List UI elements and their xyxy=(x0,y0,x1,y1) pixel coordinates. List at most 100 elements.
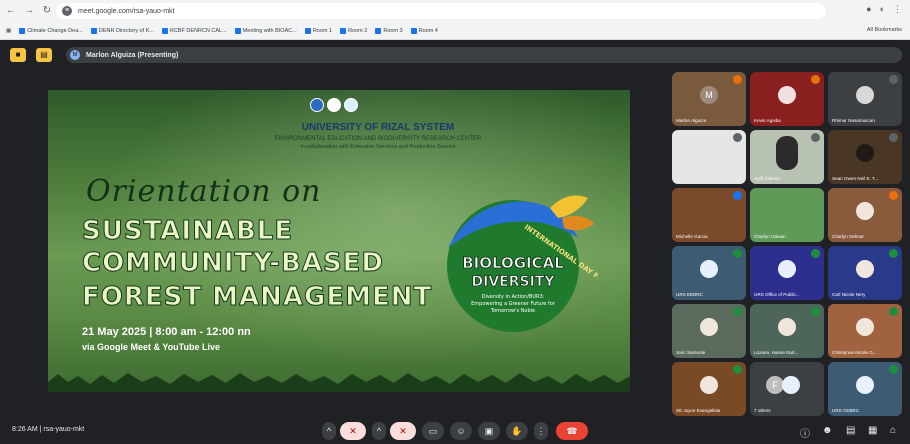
info-icon[interactable]: ⓘ xyxy=(800,425,810,440)
badge-leaf-icon xyxy=(562,216,594,231)
camera-off-icon[interactable]: ✕ xyxy=(390,422,416,440)
title-line-3: FOREST MANAGEMENT xyxy=(81,282,433,313)
apps-icon[interactable]: ▦ xyxy=(6,28,11,34)
bookmark-favicon-icon xyxy=(234,27,241,34)
meet-controls-bar: 8:26 AM | rsa-yauo-mkt ^ ✕ ^ ✕ ▭ ☺ ▣ ✋ ⋮… xyxy=(0,418,910,444)
bookmark-favicon-icon xyxy=(90,27,97,34)
bookmark-item[interactable]: Meeting with BIOAC... xyxy=(234,27,297,34)
participant-tile[interactable]: M Marlon Alguiza xyxy=(672,72,746,126)
address-bar[interactable]: ≡ meet.google.com/rsa-yauo-mkt xyxy=(56,3,826,19)
back-icon[interactable]: ← xyxy=(4,4,18,18)
captions-icon[interactable]: ▭ xyxy=(422,422,444,440)
tree-silhouette-icon xyxy=(48,373,630,392)
camera-options-icon[interactable]: ^ xyxy=(372,422,386,440)
participant-tile[interactable]: URS Office of Public... xyxy=(750,246,824,300)
event-platform: via Google Meet & YouTube Live xyxy=(82,342,221,352)
collaboration-text: in collaboration with Extension Services… xyxy=(300,144,456,150)
participant-name: Marlon Alguiza xyxy=(676,118,707,123)
participant-tile[interactable]: Rhimar Nasamuscan xyxy=(828,72,902,126)
present-icon[interactable]: ▣ xyxy=(478,422,500,440)
avatar xyxy=(700,260,718,278)
participant-name: Rhimar Nasamuscan xyxy=(832,118,875,123)
bookmark-favicon-icon xyxy=(410,27,417,34)
mic-options-icon[interactable]: ^ xyxy=(322,422,336,440)
participant-tile[interactable]: Carl Nicole Nery xyxy=(828,246,902,300)
others-tile[interactable]: F 7 others xyxy=(750,362,824,416)
center-name: ENVIRONMENTAL EDUCATION AND BIODIVERSITY… xyxy=(274,136,482,142)
participant-tile[interactable]: SE Joyce Evangelista xyxy=(672,362,746,416)
event-date: 21 May 2025 | 8:00 am - 12:00 nn xyxy=(82,326,251,338)
meet-top-bar: ■ ▤ M Marlon Alguiza (Presenting) xyxy=(0,40,910,68)
participant-status-icon xyxy=(811,75,820,84)
avatar: M xyxy=(700,86,718,104)
people-icon[interactable]: ☻ xyxy=(822,425,833,436)
participant-tile[interactable]: Jeric Samonte xyxy=(672,304,746,358)
center-logo-icon xyxy=(344,98,358,112)
avatar xyxy=(856,202,874,220)
site-info-icon[interactable]: ≡ xyxy=(62,6,72,16)
activities-icon[interactable]: ▤ xyxy=(36,48,52,62)
participant-name: Sean Owen Neil E. T... xyxy=(832,176,879,181)
participant-name: Charlyn Galvan xyxy=(754,234,786,239)
participant-name: Kevin Aguiba xyxy=(754,118,781,123)
avatar xyxy=(778,86,796,104)
participant-tile[interactable] xyxy=(672,130,746,184)
participant-status-icon xyxy=(889,307,898,316)
avatar xyxy=(778,260,796,278)
participant-tile[interactable]: Charlyn Galvan xyxy=(750,188,824,242)
participant-tile[interactable]: April Colloso xyxy=(750,130,824,184)
menu-icon[interactable]: ⋮ xyxy=(893,4,902,15)
presenting-label: Marlon Alguiza (Presenting) xyxy=(86,51,179,59)
participant-name: Lozano, Harvie Earl... xyxy=(754,350,799,355)
record-icon[interactable]: ● xyxy=(866,4,871,15)
participant-tile[interactable]: Michelle Garcia xyxy=(672,188,746,242)
participant-name: URS Office of Public... xyxy=(754,292,800,297)
bookmark-item[interactable]: Room 1 xyxy=(304,27,332,34)
meeting-code: rsa-yauo-mkt xyxy=(43,426,85,433)
participant-tile[interactable]: URS CEBRC xyxy=(828,362,902,416)
emoji-icon[interactable]: ☺ xyxy=(450,422,472,440)
activities-grid-icon[interactable]: ▦ xyxy=(868,425,877,436)
participant-tile[interactable]: Sean Owen Neil E. T... xyxy=(828,130,902,184)
bookmark-item[interactable]: Climate Change Dea... xyxy=(19,27,83,34)
bookmark-item[interactable]: Room 4 xyxy=(410,27,438,34)
participant-tile[interactable]: URS EEBRC xyxy=(672,246,746,300)
urlbar-row: ← → ↻ ≡ meet.google.com/rsa-yauo-mkt ● ◐… xyxy=(0,0,910,22)
participant-status-icon xyxy=(889,133,898,142)
participant-grid: M Marlon Alguiza Kevin Aguiba Rhimar Nas… xyxy=(668,72,908,416)
host-controls-icon[interactable]: ⌂ xyxy=(890,425,896,436)
shared-slide: UNIVERSITY OF RIZAL SYSTEM ENVIRONMENTAL… xyxy=(48,90,630,392)
title-line-1: SUSTAINABLE xyxy=(81,216,294,247)
bookmark-item[interactable]: Room 2 xyxy=(340,27,367,34)
participant-status-icon xyxy=(811,133,820,142)
forward-icon[interactable]: → xyxy=(22,4,36,18)
mic-off-icon[interactable]: ✕ xyxy=(340,422,366,440)
reload-icon[interactable]: ↻ xyxy=(40,4,54,18)
bookmark-item[interactable]: Room 3 xyxy=(375,27,403,34)
bookmark-item[interactable]: DENR Directory of K... xyxy=(90,27,154,34)
participant-tile[interactable]: Kevin Aguiba xyxy=(750,72,824,126)
bookmark-favicon-icon xyxy=(161,27,168,34)
raise-hand-icon[interactable]: ✋ xyxy=(506,422,528,440)
bookmarks-bar: ▦ Climate Change Dea... DENR Directory o… xyxy=(0,22,910,40)
participant-tile[interactable]: Christynne Nicole G... xyxy=(828,304,902,358)
participant-status-icon xyxy=(889,75,898,84)
participant-tile[interactable]: Charlyn Delmar xyxy=(828,188,902,242)
meeting-time-code: 8:26 AM | rsa-yauo-mkt xyxy=(12,426,84,433)
all-bookmarks[interactable]: All Bookmarks xyxy=(867,27,902,33)
leave-call-icon[interactable]: ☎ xyxy=(556,422,588,440)
avatar xyxy=(700,318,718,336)
bookmark-favicon-icon xyxy=(340,27,347,34)
participant-tile[interactable]: Lozano, Harvie Earl... xyxy=(750,304,824,358)
badge-line-2: DIVERSITY xyxy=(472,274,556,290)
url-text: meet.google.com/rsa-yauo-mkt xyxy=(78,7,175,15)
more-options-icon[interactable]: ⋮ xyxy=(534,422,548,440)
participant-status-icon xyxy=(733,133,742,142)
chat-icon[interactable]: ▤ xyxy=(846,425,855,436)
bookmark-favicon-icon xyxy=(19,27,26,34)
bookmark-item[interactable]: RCBF DENRCN CAL... xyxy=(161,27,227,34)
meeting-details-icon[interactable]: ■ xyxy=(10,48,26,62)
avatar xyxy=(856,376,874,394)
profile-icon[interactable]: ◐ xyxy=(880,4,885,15)
badge-sub-3: Tomorrow's Noble xyxy=(490,308,535,314)
